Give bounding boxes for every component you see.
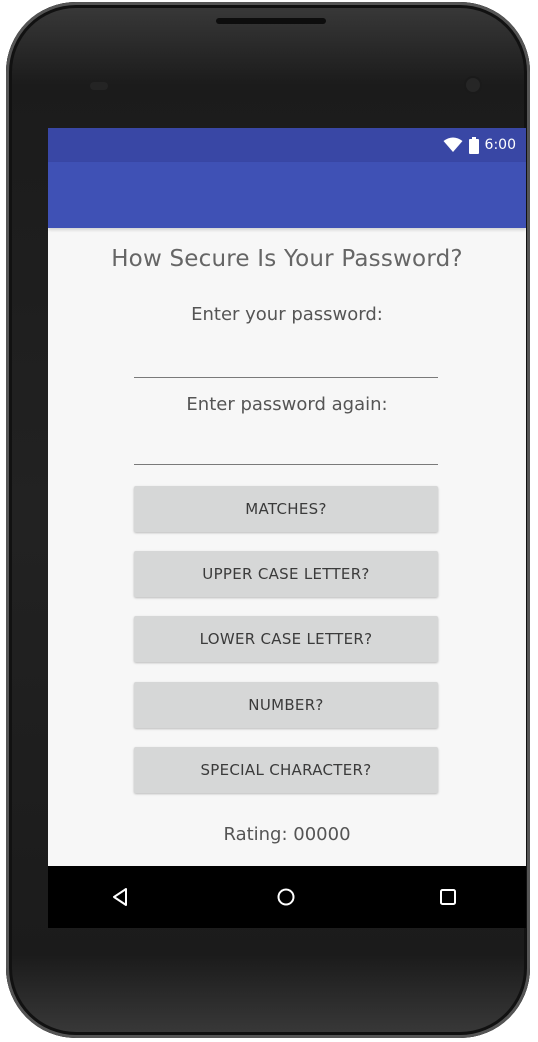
special-character-button[interactable]: SPECIAL CHARACTER? bbox=[134, 747, 438, 793]
number-button[interactable]: NUMBER? bbox=[134, 682, 438, 728]
recents-icon[interactable] bbox=[432, 881, 464, 913]
app-bar bbox=[48, 162, 526, 228]
rating-text: Rating: 00000 bbox=[223, 824, 351, 845]
phone-frame: 6:00 How Secure Is Your Password? Enter … bbox=[6, 2, 530, 1038]
battery-icon bbox=[468, 136, 479, 154]
proximity-sensor bbox=[90, 82, 108, 90]
upper-case-letter-button[interactable]: UPPER CASE LETTER? bbox=[134, 551, 438, 597]
page-title: How Secure Is Your Password? bbox=[111, 246, 463, 272]
back-icon[interactable] bbox=[104, 881, 136, 913]
wifi-icon bbox=[443, 137, 463, 153]
lower-case-letter-button[interactable]: LOWER CASE LETTER? bbox=[134, 616, 438, 662]
password-again-input[interactable] bbox=[134, 430, 438, 465]
home-icon[interactable] bbox=[270, 881, 302, 913]
status-bar: 6:00 bbox=[48, 128, 526, 162]
main-content: How Secure Is Your Password? Enter your … bbox=[48, 228, 526, 864]
password-again-label: Enter password again: bbox=[186, 394, 388, 415]
device-screen: 6:00 How Secure Is Your Password? Enter … bbox=[48, 128, 526, 928]
password-input[interactable] bbox=[134, 343, 438, 378]
navigation-bar bbox=[48, 866, 526, 928]
front-camera bbox=[466, 78, 480, 92]
speaker-grille bbox=[216, 18, 326, 24]
password-label: Enter your password: bbox=[191, 304, 383, 325]
matches-button[interactable]: MATCHES? bbox=[134, 486, 438, 532]
status-icons: 6:00 bbox=[443, 135, 516, 155]
status-time: 6:00 bbox=[484, 137, 516, 153]
